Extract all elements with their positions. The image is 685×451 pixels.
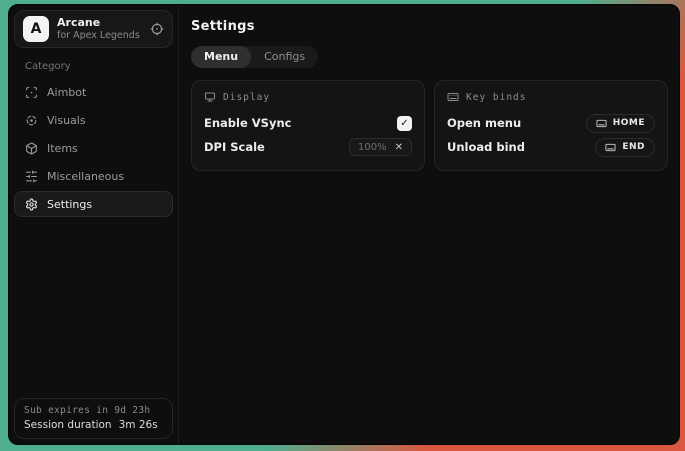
crosshair-icon: [25, 86, 38, 99]
sidebar-item-label: Miscellaneous: [47, 170, 124, 183]
session-duration-value: 3m 26s: [119, 419, 158, 431]
open-menu-key: HOME: [613, 118, 645, 128]
sidebar-item-label: Settings: [47, 198, 92, 211]
gear-icon: [25, 198, 38, 211]
sliders-icon: [25, 170, 38, 183]
sidebar-item-label: Visuals: [47, 114, 86, 127]
app-subtitle: for Apex Legends: [57, 30, 140, 42]
app-header-card: A Arcane for Apex Legends: [14, 10, 173, 48]
session-duration-label: Session duration: [24, 419, 112, 431]
sidebar: A Arcane for Apex Legends Category: [9, 5, 179, 444]
monitor-icon: [204, 91, 216, 103]
subscription-expiry: Sub expires in 9d 23h: [24, 405, 163, 416]
sidebar-nav: Aimbot Visuals Items: [14, 79, 173, 217]
sidebar-item-label: Items: [47, 142, 78, 155]
unload-key: END: [622, 142, 645, 152]
keybinds-card: Key binds Open menu HOME Unload bind: [434, 80, 668, 171]
dpi-scale-select[interactable]: 100% ✕: [349, 138, 412, 156]
settings-cards: Display Enable VSync ✓ DPI Scale 100% ✕: [191, 80, 668, 171]
sidebar-item-items[interactable]: Items: [14, 135, 173, 161]
app-logo: A: [23, 16, 49, 42]
session-info-card: Sub expires in 9d 23h Session duration 3…: [14, 398, 173, 439]
sidebar-item-aimbot[interactable]: Aimbot: [14, 79, 173, 105]
category-label: Category: [25, 61, 173, 72]
display-card: Display Enable VSync ✓ DPI Scale 100% ✕: [191, 80, 425, 171]
session-duration: Session duration 3m 26s: [24, 419, 163, 431]
app-window: A Arcane for Apex Legends Category: [8, 4, 680, 445]
sidebar-item-settings[interactable]: Settings: [14, 191, 173, 217]
vsync-row: Enable VSync ✓: [204, 111, 412, 135]
tab-configs[interactable]: Configs: [251, 46, 318, 68]
unload-keybind-button[interactable]: END: [595, 138, 655, 157]
vsync-label: Enable VSync: [204, 116, 291, 130]
display-card-title: Display: [223, 92, 270, 103]
keybinds-card-header: Key binds: [447, 91, 655, 103]
cube-icon: [25, 142, 38, 155]
vsync-checkbox[interactable]: ✓: [397, 116, 412, 131]
main-content: Settings Menu Configs Display Enable VSy…: [179, 5, 680, 444]
open-menu-label: Open menu: [447, 116, 521, 130]
open-menu-keybind-button[interactable]: HOME: [586, 114, 655, 133]
sidebar-item-label: Aimbot: [47, 86, 86, 99]
app-title-block: Arcane for Apex Legends: [57, 16, 140, 42]
clear-icon[interactable]: ✕: [395, 142, 403, 153]
tab-bar: Menu Configs: [191, 46, 318, 68]
keyboard-icon: [605, 142, 616, 153]
sidebar-item-visuals[interactable]: Visuals: [14, 107, 173, 133]
display-card-header: Display: [204, 91, 412, 103]
unload-bind-row: Unload bind END: [447, 135, 655, 159]
dpi-scale-value: 100%: [358, 142, 387, 153]
crosshair-target-icon[interactable]: [150, 22, 164, 36]
keyboard-icon: [447, 91, 459, 103]
eye-scan-icon: [25, 114, 38, 127]
open-menu-row: Open menu HOME: [447, 111, 655, 135]
app-name: Arcane: [57, 16, 140, 30]
page-title: Settings: [191, 19, 668, 34]
dpi-row: DPI Scale 100% ✕: [204, 135, 412, 159]
sidebar-item-miscellaneous[interactable]: Miscellaneous: [14, 163, 173, 189]
dpi-label: DPI Scale: [204, 140, 265, 154]
unload-bind-label: Unload bind: [447, 140, 525, 154]
keybinds-card-title: Key binds: [466, 92, 526, 103]
keyboard-icon: [596, 118, 607, 129]
tab-menu[interactable]: Menu: [191, 46, 251, 68]
